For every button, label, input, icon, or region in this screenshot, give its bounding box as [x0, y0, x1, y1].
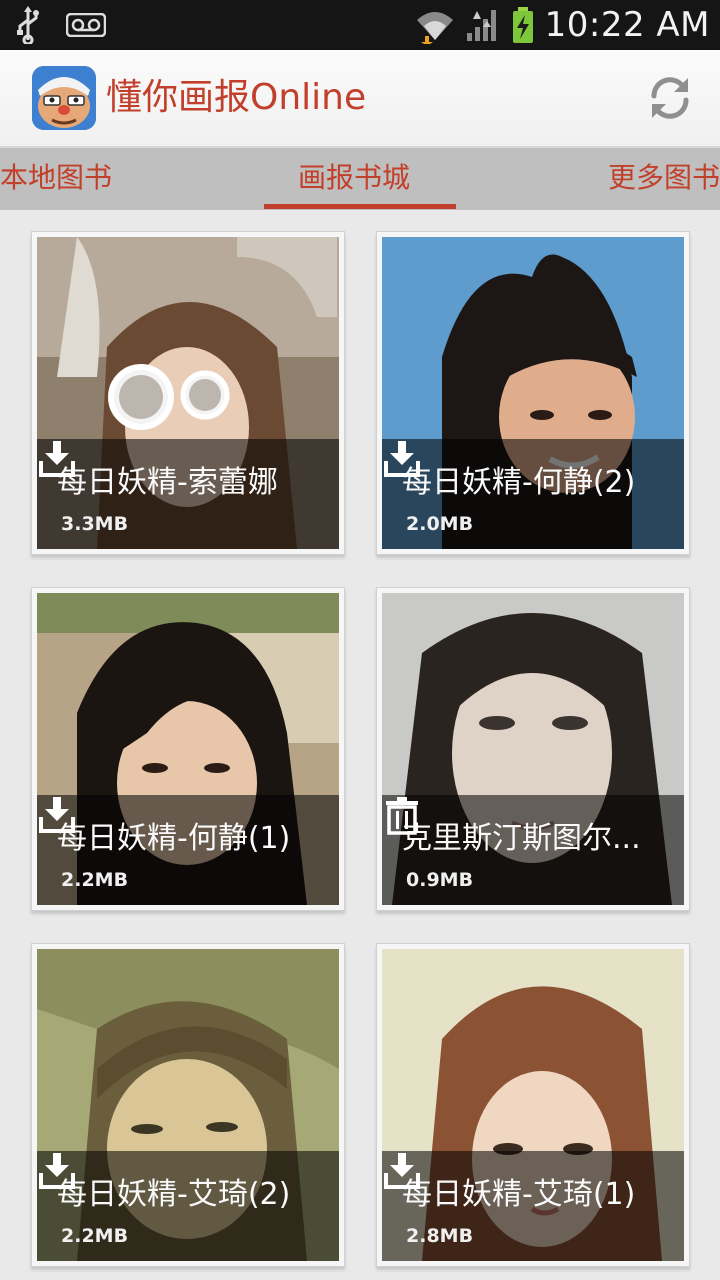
selected-tab-indicator [264, 204, 456, 209]
caption-overlay: 每日妖精-索蕾娜 3.3MB [37, 439, 339, 549]
book-card[interactable]: 每日妖精-何静(2) 2.0MB [376, 231, 690, 555]
voicemail-icon [66, 13, 106, 37]
item-size: 2.8MB [406, 1225, 474, 1247]
book-card[interactable]: 每日妖精-何静(1) 2.2MB [31, 587, 345, 911]
app-title: 懂你画报Online [106, 77, 367, 118]
caption-overlay: 每日妖精-何静(1) 2.2MB [37, 795, 339, 905]
delete-icon[interactable] [382, 795, 422, 835]
item-size: 2.2MB [61, 869, 129, 891]
item-title: 每日妖精-索蕾娜 [57, 465, 278, 500]
caption-overlay: 每日妖精-何静(2) 2.0MB [382, 439, 684, 549]
cover-image: 每日妖精-索蕾娜 3.3MB [37, 237, 339, 549]
book-card[interactable]: 克里斯汀斯图尔... 0.9MB [376, 587, 690, 911]
status-bar: 10:22 AM [0, 0, 720, 50]
battery-charging-icon [512, 7, 533, 43]
download-icon[interactable] [37, 795, 77, 835]
item-size: 3.3MB [61, 513, 129, 535]
book-card[interactable]: 每日妖精-索蕾娜 3.3MB [31, 231, 345, 555]
tab-local-books[interactable]: 本地图书 [0, 148, 112, 208]
book-card[interactable]: 每日妖精-艾琦(1) 2.8MB [376, 943, 690, 1267]
caption-overlay: 每日妖精-艾琦(2) 2.2MB [37, 1151, 339, 1261]
item-size: 2.2MB [61, 1225, 129, 1247]
download-icon[interactable] [382, 439, 422, 479]
tab-bar: 本地图书 画报书城 更多图书 [0, 148, 720, 210]
cover-image: 每日妖精-何静(2) 2.0MB [382, 237, 684, 549]
cover-image: 每日妖精-艾琦(2) 2.2MB [37, 949, 339, 1261]
download-icon[interactable] [37, 1151, 77, 1191]
tab-more-books[interactable]: 更多图书 [608, 148, 720, 208]
item-size: 2.0MB [406, 513, 474, 535]
cover-image: 每日妖精-何静(1) 2.2MB [37, 593, 339, 905]
wifi-icon [416, 12, 453, 44]
item-title: 克里斯汀斯图尔... [402, 821, 641, 856]
item-title: 每日妖精-艾琦(1) [402, 1177, 636, 1212]
download-icon[interactable] [382, 1151, 422, 1191]
signal-icon [466, 10, 496, 41]
item-title: 每日妖精-何静(1) [57, 821, 291, 856]
item-size: 0.9MB [406, 869, 474, 891]
caption-overlay: 每日妖精-艾琦(1) 2.8MB [382, 1151, 684, 1261]
usb-icon [17, 6, 39, 44]
cover-image: 每日妖精-艾琦(1) 2.8MB [382, 949, 684, 1261]
book-card[interactable]: 每日妖精-艾琦(2) 2.2MB [31, 943, 345, 1267]
app-logo-icon[interactable] [32, 66, 96, 130]
tab-pictorial-store[interactable]: 画报书城 [298, 148, 410, 208]
refresh-icon[interactable] [644, 72, 696, 124]
cover-image: 克里斯汀斯图尔... 0.9MB [382, 593, 684, 905]
caption-overlay: 克里斯汀斯图尔... 0.9MB [382, 795, 684, 905]
download-icon[interactable] [37, 439, 77, 479]
item-title: 每日妖精-艾琦(2) [57, 1177, 291, 1212]
action-bar: 懂你画报Online [0, 50, 720, 148]
item-title: 每日妖精-何静(2) [402, 465, 636, 500]
status-time: 10:22 AM [544, 5, 710, 45]
